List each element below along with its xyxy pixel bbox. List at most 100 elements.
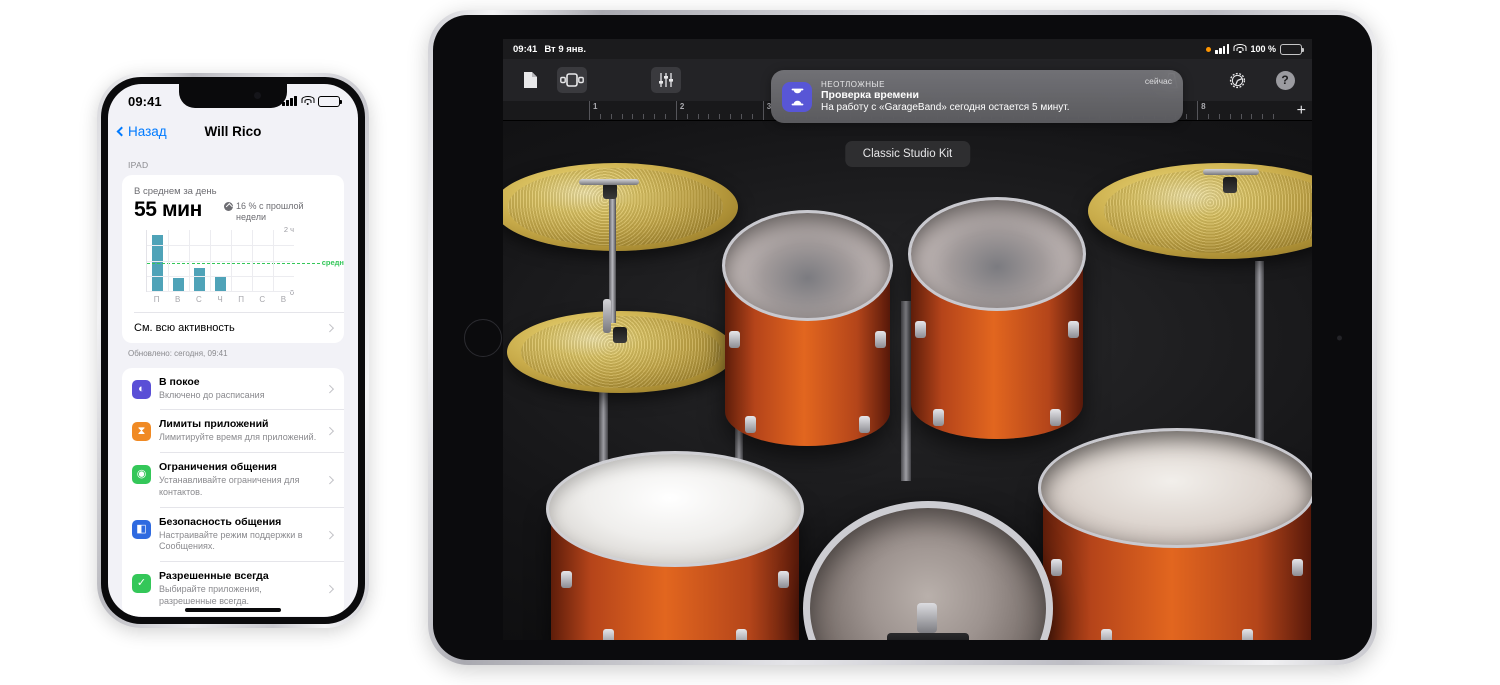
rack-tom-right[interactable] [907, 197, 1087, 439]
snare-drum[interactable] [546, 451, 804, 640]
gear-icon[interactable] [1222, 67, 1252, 93]
chart-x-label: С [195, 294, 202, 304]
arrow-up-circle-icon [224, 202, 233, 211]
screen-time-settings-list: ◐ В покое Включено до расписания ⧗ Лимиты пр… [122, 367, 344, 616]
chart-bar[interactable] [214, 276, 227, 292]
section-header-ipad: IPAD [128, 160, 149, 170]
back-button[interactable]: Назад [116, 123, 167, 139]
lug [778, 571, 789, 588]
crash-cymbal[interactable] [503, 163, 738, 251]
ride-cymbal[interactable] [1088, 163, 1312, 259]
chart-plot-area: средн. 2 ч 0 [146, 225, 344, 297]
weekly-delta: 16 % с прошлой недели [224, 199, 332, 224]
mixer-sliders-icon[interactable] [651, 67, 681, 93]
home-button[interactable] [464, 318, 502, 357]
checkmark-circle-icon: ✓ [132, 574, 151, 594]
status-date: Вт 9 янв. [544, 43, 587, 55]
usage-bar-chart: средн. 2 ч 0 ПВСЧПСВ [146, 225, 344, 308]
notification-app-label: НЕОТЛОЖНЫЕ [821, 79, 885, 89]
wifi-icon [301, 96, 314, 106]
ride-arm [1203, 169, 1259, 175]
notification-banner[interactable]: НЕОТЛОЖНЫЕ Проверка времени На работу с … [771, 70, 1183, 123]
chart-x-labels: ПВСЧПСВ [146, 295, 294, 304]
floor-tom[interactable] [1037, 428, 1312, 640]
list-item[interactable]: ◧ Безопасность общения Настраивайте режим … [122, 508, 344, 562]
lug [1051, 559, 1062, 576]
help-icon[interactable]: ? [1270, 67, 1300, 93]
hihat-cymbal[interactable] [507, 311, 735, 393]
see-all-activity-row[interactable]: См. всю активность [122, 313, 344, 343]
lug [736, 629, 747, 640]
hourglass-icon [782, 81, 812, 112]
chevron-right-icon [325, 384, 334, 393]
screen-time-content: IPAD В среднем за день 55 мин 16 % с про… [108, 148, 358, 617]
battery-icon [318, 95, 342, 107]
y-axis-top-label: 2 ч [283, 224, 294, 234]
gridline [147, 276, 294, 277]
rack-tom-left[interactable] [721, 209, 894, 446]
back-button-label: Назад [128, 123, 167, 139]
instrument-name-button[interactable]: Classic Studio Kit [844, 141, 971, 167]
list-item-subtitle: Устанавливайте ограничения для контактов… [159, 475, 300, 497]
status-indicators [282, 95, 342, 107]
crash-nut [603, 183, 617, 199]
home-indicator[interactable] [185, 608, 281, 612]
chart-x-label: В [175, 294, 181, 304]
average-row: 55 мин 16 % с прошлой недели [134, 198, 332, 224]
gridline [147, 290, 294, 292]
drum-kit-canvas[interactable]: Classic Studio Kit [503, 121, 1312, 640]
list-item-text: Ограничения общения Устанавливайте ограни… [159, 461, 319, 499]
chevron-right-icon [325, 530, 334, 539]
iphone-notch [179, 84, 287, 108]
iphone-bezel: 09:41 Назад Will Rico IPAD В среднем за … [101, 77, 365, 624]
lug [603, 629, 614, 640]
message-shield-icon: ◧ [132, 519, 151, 539]
grid-vline [189, 229, 190, 292]
lug [933, 409, 944, 426]
ipad-device: 09:41 Вт 9 янв. 100 % ? 1 2 3 8 + Classi… [428, 10, 1377, 665]
tracks-view-icon[interactable] [557, 67, 587, 93]
ruler-bar: 1 [589, 101, 676, 120]
list-item-title: В покое [159, 375, 200, 388]
list-item[interactable]: ◐ В покое Включено до расписания [122, 368, 344, 410]
average-line: средн. [147, 258, 344, 267]
ruler-ticks [590, 114, 676, 119]
list-item-subtitle: Включено до расписания [159, 389, 265, 400]
tom-head [907, 197, 1087, 312]
kick-pedal-beater [917, 603, 937, 633]
crash-arm [579, 179, 639, 185]
iphone-device: 09:41 Назад Will Rico IPAD В среднем за … [97, 73, 369, 628]
chart-x-label: С [259, 294, 266, 304]
list-item-text: Разрешенные всегда Выбирайте приложения, … [159, 570, 319, 608]
ipad-bezel: 09:41 Вт 9 янв. 100 % ? 1 2 3 8 + Classi… [433, 15, 1372, 660]
status-right: 100 % [1205, 43, 1304, 55]
hihat-clutch [613, 327, 627, 343]
grid-vline [273, 229, 274, 292]
tom-head [721, 209, 894, 322]
grid-vline [168, 229, 169, 292]
iphone-nav-bar: Назад Will Rico [108, 114, 358, 148]
hourglass-glyph [791, 88, 803, 105]
list-item[interactable]: ⧗ Лимиты приложений Лимитируйте время для … [122, 410, 344, 452]
notification-time: сейчас [1144, 76, 1172, 86]
list-item-subtitle: Настраивайте режим поддержки в Сообщения… [159, 529, 303, 552]
chevron-left-icon [116, 126, 127, 136]
ipad-screen: 09:41 Вт 9 янв. 100 % ? 1 2 3 8 + Classi… [503, 39, 1312, 640]
wifi-icon [1233, 44, 1247, 54]
chart-bar[interactable] [193, 268, 206, 292]
list-item-title: Лимиты приложений [159, 418, 269, 431]
notification-text: НЕОТЛОЖНЫЕ Проверка времени На работу с … [821, 80, 1136, 114]
average-label: В среднем за день [134, 186, 217, 197]
document-glyph [523, 72, 537, 88]
see-all-activity-label: См. всю активность [134, 321, 235, 334]
lug [859, 416, 870, 433]
downtime-icon: ◐ [132, 379, 151, 399]
add-section-button[interactable]: + [1297, 103, 1306, 119]
ruler-ticks [677, 114, 763, 119]
front-camera-icon [1337, 335, 1342, 340]
chart-x-label: П [153, 294, 160, 304]
y-axis-bottom-label: 0 [289, 287, 294, 297]
tracks-glyph [560, 73, 584, 87]
document-icon[interactable] [515, 67, 545, 93]
list-item[interactable]: ◉ Ограничения общения Устанавливайте огран… [122, 453, 344, 507]
